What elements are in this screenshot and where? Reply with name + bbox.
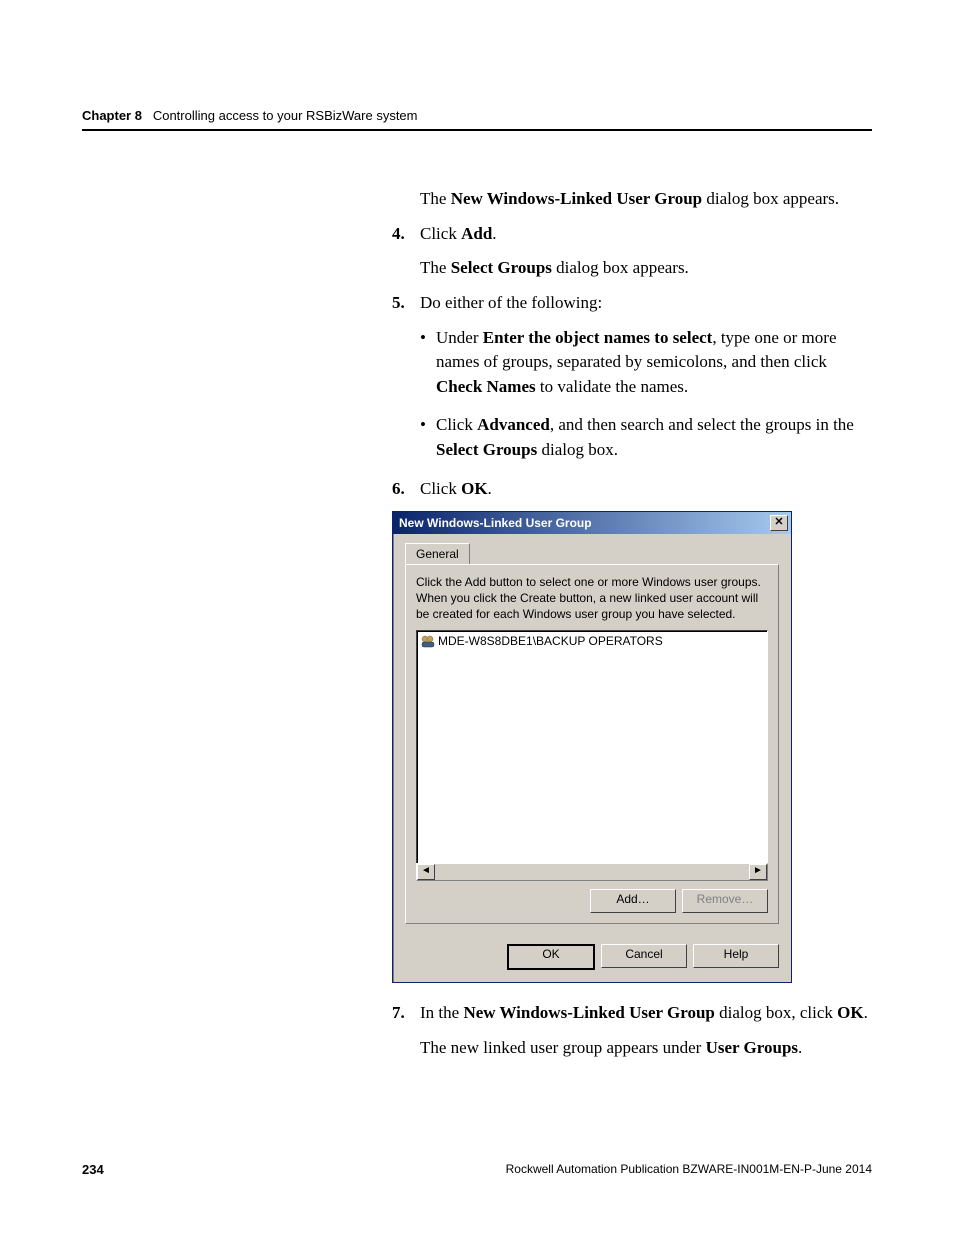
- page-header: Chapter 8 Controlling access to your RSB…: [82, 108, 872, 131]
- chapter-number: Chapter 8: [82, 108, 142, 123]
- paragraph: The Select Groups dialog box appears.: [420, 256, 872, 281]
- remove-button: Remove…: [682, 889, 768, 913]
- bullet-1: • Under Enter the object names to select…: [420, 326, 872, 400]
- bullet-2: • Click Advanced, and then search and se…: [420, 413, 872, 462]
- help-button[interactable]: Help: [693, 944, 779, 968]
- close-icon[interactable]: ✕: [770, 515, 788, 531]
- add-button[interactable]: Add…: [590, 889, 676, 913]
- paragraph: The New Windows-Linked User Group dialog…: [420, 187, 872, 212]
- cancel-button[interactable]: Cancel: [601, 944, 687, 968]
- body-content: The New Windows-Linked User Group dialog…: [392, 187, 872, 501]
- tab-general[interactable]: General: [405, 543, 470, 564]
- dialog-titlebar[interactable]: New Windows-Linked User Group ✕: [393, 512, 791, 534]
- group-listbox[interactable]: MDE-W8S8DBE1\BACKUP OPERATORS: [416, 630, 768, 864]
- publication-info: Rockwell Automation Publication BZWARE-I…: [506, 1162, 872, 1177]
- scroll-right-icon[interactable]: ►: [749, 864, 767, 880]
- dialog-title: New Windows-Linked User Group: [399, 516, 592, 530]
- ok-button[interactable]: OK: [507, 944, 595, 970]
- paragraph: The new linked user group appears under …: [420, 1036, 872, 1061]
- horizontal-scrollbar[interactable]: ◄ ►: [416, 863, 768, 881]
- scroll-left-icon[interactable]: ◄: [417, 864, 435, 880]
- tab-panel: Click the Add button to select one or mo…: [405, 564, 779, 924]
- list-item-label: MDE-W8S8DBE1\BACKUP OPERATORS: [438, 634, 663, 648]
- list-item[interactable]: MDE-W8S8DBE1\BACKUP OPERATORS: [419, 633, 765, 649]
- dialog-instruction: Click the Add button to select one or mo…: [416, 575, 768, 622]
- step-4: 4. Click Add.: [392, 222, 872, 247]
- page-number: 234: [82, 1162, 104, 1177]
- step-5: 5. Do either of the following:: [392, 291, 872, 316]
- step-6: 6. Click OK.: [392, 477, 872, 502]
- chapter-title: Controlling access to your RSBizWare sys…: [153, 108, 418, 123]
- group-icon: [420, 634, 436, 648]
- tab-strip: General: [405, 542, 779, 564]
- step-7: 7. In the New Windows-Linked User Group …: [392, 1001, 872, 1026]
- dialog-new-windows-linked-user-group: New Windows-Linked User Group ✕ General …: [392, 511, 792, 983]
- page-footer: 234 Rockwell Automation Publication BZWA…: [82, 1162, 872, 1177]
